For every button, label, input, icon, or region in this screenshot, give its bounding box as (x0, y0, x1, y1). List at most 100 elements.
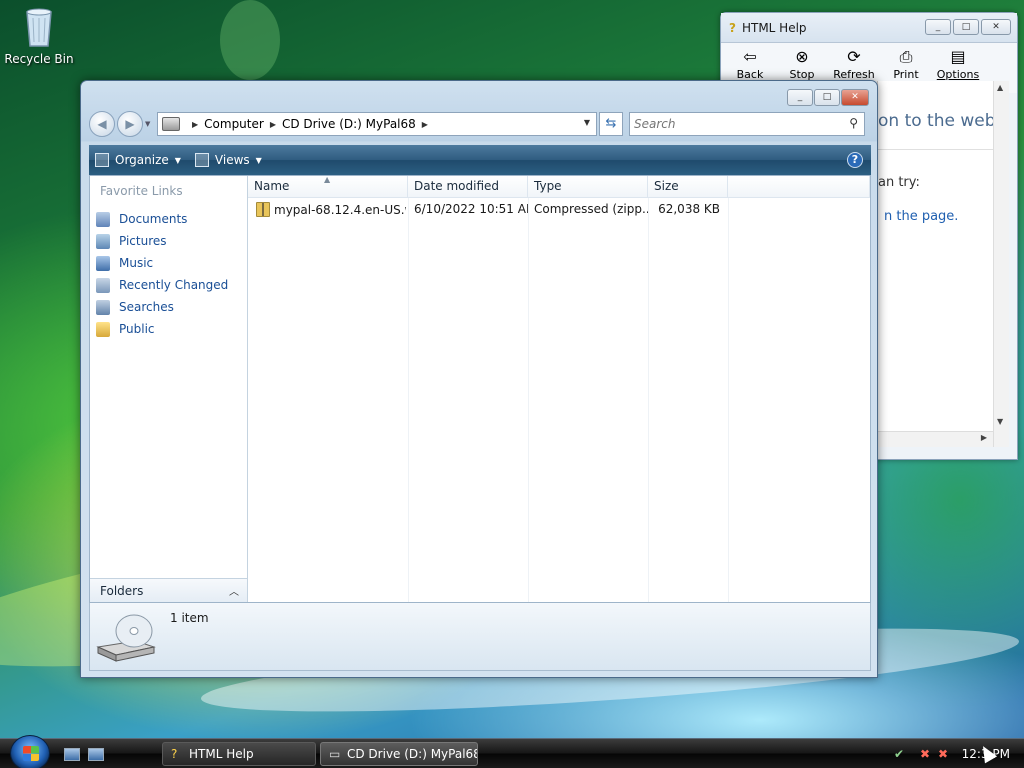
back-button[interactable]: ◀ (89, 111, 115, 137)
search-input[interactable] (630, 113, 830, 135)
recycle-bin-icon (23, 4, 55, 48)
taskbar-item-cd-drive[interactable]: ▭ CD Drive (D:) MyPal68 (320, 742, 478, 766)
favorite-link-recently-changed[interactable]: Recently Changed (96, 274, 228, 296)
scroll-up-icon[interactable]: ▲ (997, 83, 1003, 92)
column-divider (728, 198, 729, 602)
folders-label: Folders (100, 583, 144, 598)
file-type: Compressed (zipp... (534, 202, 648, 216)
maximize-button[interactable]: □ (953, 19, 979, 35)
minimize-button[interactable]: _ (925, 19, 951, 35)
command-bar: Organize ▼ Views ▼ ? (89, 145, 871, 175)
network-disconnected-icon[interactable]: ✖ (920, 747, 934, 761)
cd-drive-icon (162, 117, 180, 131)
volume-muted-icon[interactable]: ✖ (938, 747, 952, 761)
search-icon[interactable]: ⚲ (849, 116, 858, 130)
breadcrumb-cd-drive[interactable]: CD Drive (D:) MyPal68 (282, 117, 416, 131)
arrow-left-icon: ⇦ (743, 47, 757, 66)
chevron-up-icon: ︿ (229, 587, 239, 598)
recycle-bin-label: Recycle Bin (4, 52, 74, 66)
file-list: Name ▲ Date modified Type Size mypal-68.… (248, 175, 870, 602)
views-label: Views (214, 153, 250, 167)
switch-windows-icon[interactable] (88, 748, 104, 761)
printer-icon: ⎙ (899, 47, 913, 66)
chevron-down-icon: ▼ (255, 155, 262, 165)
chevron-right-icon[interactable]: ▶ (422, 120, 428, 129)
search-box[interactable]: ⚲ (629, 112, 865, 136)
column-header-name[interactable]: Name ▲ (248, 175, 408, 198)
arrow-left-icon: ◀ (97, 117, 107, 131)
file-name: mypal-68.12.4.en-US.w... (274, 203, 406, 217)
close-button[interactable]: ✕ (981, 19, 1011, 35)
views-icon (194, 153, 209, 167)
help-window-title: HTML Help (741, 20, 807, 35)
organize-button[interactable]: Organize ▼ (95, 153, 181, 167)
column-header-label: Name (254, 179, 290, 193)
searches-icon (96, 299, 110, 315)
breadcrumb-computer[interactable]: Computer (204, 117, 264, 131)
recycle-bin[interactable]: Recycle Bin (4, 2, 74, 66)
favorite-link-searches[interactable]: Searches (96, 296, 228, 318)
refresh-icon: ⇆ (605, 116, 617, 131)
close-button[interactable]: ✕ (841, 89, 869, 106)
chevron-right-icon[interactable]: ▶ (270, 120, 276, 129)
file-size: 62,038 KB (658, 202, 720, 216)
start-button[interactable] (10, 735, 50, 768)
music-icon (96, 255, 110, 271)
explorer-window-controls: _ □ ✕ (787, 89, 869, 106)
taskbar-item-html-help[interactable]: ? HTML Help (162, 742, 316, 766)
favorite-link-music[interactable]: Music (96, 252, 228, 274)
views-button[interactable]: Views ▼ (194, 153, 262, 167)
chevron-right-icon[interactable]: ▶ (192, 120, 198, 129)
help-link-fragment[interactable]: n the page. (884, 209, 958, 224)
scroll-right-icon[interactable]: ▶ (981, 433, 987, 442)
public-folder-icon (96, 321, 110, 337)
favorite-link-label: Music (119, 256, 154, 270)
options-icon: ▤ (950, 47, 966, 66)
item-count: 1 item (170, 611, 209, 625)
safely-remove-icon[interactable]: ✔ (894, 747, 908, 761)
recent-pages-dropdown[interactable]: ▼ (145, 120, 155, 128)
stop-icon: ⊗ (795, 47, 809, 66)
show-desktop-icon[interactable] (64, 748, 80, 761)
favorite-link-label: Recently Changed (119, 278, 229, 292)
minimize-button[interactable]: _ (787, 89, 813, 106)
favorite-link-label: Pictures (119, 234, 167, 248)
favorite-link-public[interactable]: Public (96, 318, 228, 340)
documents-icon (96, 211, 110, 227)
help-question-icon[interactable]: ? (847, 152, 863, 168)
maximize-button[interactable]: □ (814, 89, 840, 106)
help-content-pane: on to the webp an try: n the page. (877, 81, 993, 447)
address-bar[interactable]: ▶ Computer ▶ CD Drive (D:) MyPal68 ▶ ▼ (157, 112, 597, 136)
refresh-button[interactable]: ⇆ (599, 112, 623, 136)
help-vertical-scrollbar[interactable]: ▲ ▼ (993, 81, 1009, 447)
navigation-row: ◀ ▶ ▼ ▶ Computer ▶ CD Drive (D:) MyPal68… (89, 109, 871, 139)
scroll-down-icon[interactable]: ▼ (997, 417, 1003, 426)
favorite-links-list: Documents Pictures Music Recently Change… (96, 208, 228, 340)
arrow-right-icon: ▶ (125, 117, 135, 131)
explorer-window[interactable]: _ □ ✕ ◀ ▶ ▼ ▶ Computer ▶ CD Drive (D:) M… (80, 80, 878, 678)
column-header-date[interactable]: Date modified (408, 176, 528, 198)
favorite-link-pictures[interactable]: Pictures (96, 230, 228, 252)
help-icon: ? (171, 747, 178, 761)
favorite-link-label: Searches (119, 300, 174, 314)
favorite-links-title: Favorite Links (100, 184, 183, 198)
file-date: 6/10/2022 10:51 AM (414, 202, 528, 216)
favorite-link-documents[interactable]: Documents (96, 208, 228, 230)
taskbar-item-label: HTML Help (189, 747, 254, 761)
windows-logo-icon (23, 746, 39, 761)
forward-button[interactable]: ▶ (117, 111, 143, 137)
file-name-cell: mypal-68.12.4.en-US.w... (256, 202, 406, 217)
taskbar: ? HTML Help ▭ CD Drive (D:) MyPal68 ✔ ✖ … (0, 735, 1024, 768)
column-header-label: Size (654, 179, 679, 193)
file-row[interactable]: mypal-68.12.4.en-US.w... 6/10/2022 10:51… (250, 200, 726, 220)
help-options-label: Options (936, 68, 980, 81)
folders-toggle[interactable]: Folders ︿ (90, 578, 247, 602)
favorite-link-label: Documents (119, 212, 188, 226)
column-header-label: Date modified (414, 179, 500, 193)
cd-drive-icon: ▭ (329, 747, 341, 761)
column-header-size[interactable]: Size (648, 176, 728, 198)
refresh-icon: ⟳ (847, 47, 861, 66)
chevron-down-icon[interactable]: ▼ (584, 118, 590, 127)
column-header-type[interactable]: Type (528, 176, 648, 198)
help-horizontal-scrollbar[interactable]: ▶ (877, 431, 993, 447)
